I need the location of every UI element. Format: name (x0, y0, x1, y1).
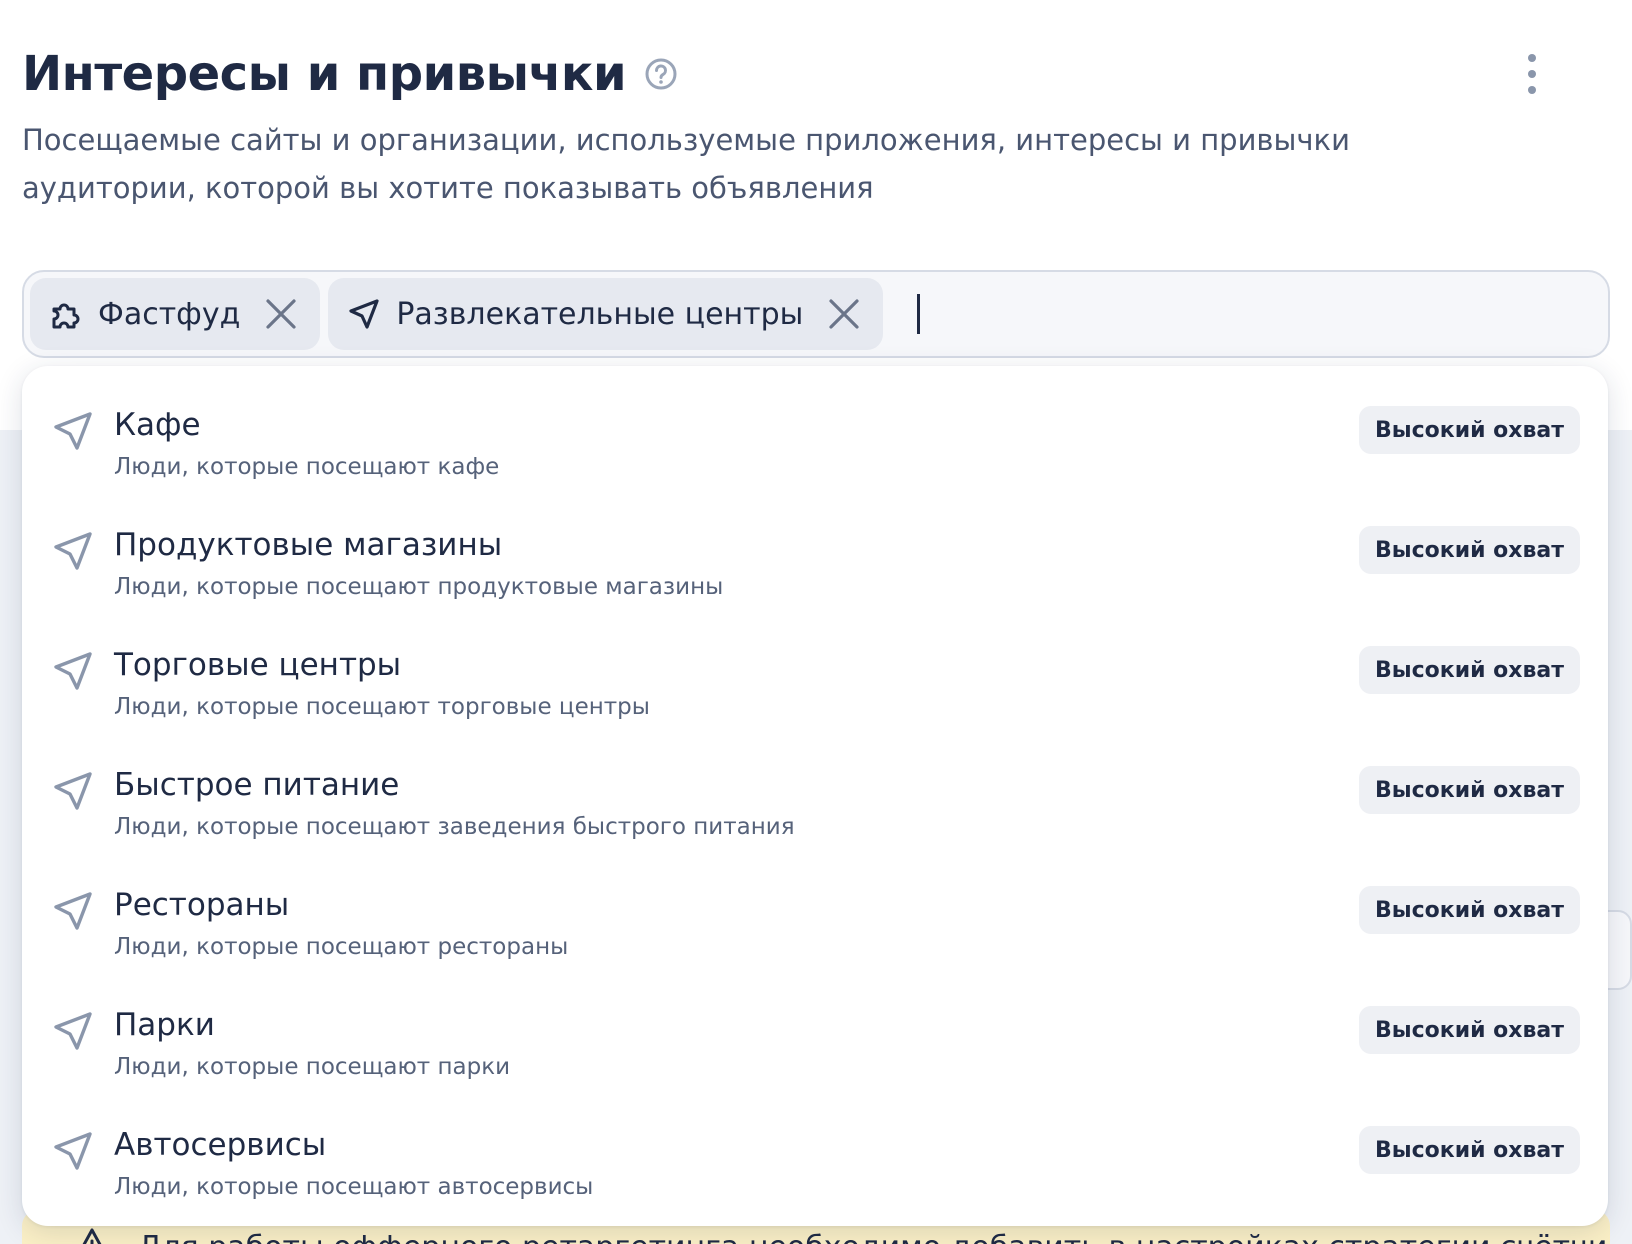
option-description: Люди, которые посещают парки (114, 1054, 511, 1080)
option-description: Люди, которые посещают рестораны (114, 934, 569, 960)
location-arrow-icon (52, 650, 94, 692)
option-text: Быстрое питание Люди, которые посещают з… (114, 764, 795, 844)
text-caret (917, 294, 921, 334)
option-description: Люди, которые посещают кафе (114, 454, 500, 480)
suggestion-option[interactable]: Рестораны Люди, которые посещают рестора… (22, 868, 1608, 988)
chip-label: Фастфуд (98, 296, 241, 332)
option-title: Быстрое питание (114, 767, 400, 803)
option-text: Торговые центры Люди, которые посещают т… (114, 644, 650, 724)
suggestion-option[interactable]: Продуктовые магазины Люди, которые посещ… (22, 508, 1608, 628)
option-text: Парки Люди, которые посещают парки (114, 1004, 510, 1084)
close-icon[interactable] (264, 297, 298, 331)
title-row: Интересы и привычки (22, 44, 678, 104)
selected-chip: Развлекательные центры (328, 278, 884, 350)
option-description: Люди, которые посещают продуктовые магаз… (114, 574, 724, 600)
option-description: Люди, которые посещают автосервисы (114, 1174, 594, 1200)
option-title: Кафе (114, 407, 201, 443)
chip-label: Развлекательные центры (396, 296, 804, 332)
warning-triangle-icon (72, 1226, 112, 1244)
reach-badge: Высокий охват (1358, 886, 1580, 934)
location-arrow-icon (52, 1130, 94, 1172)
reach-badge: Высокий охват (1358, 526, 1580, 574)
reach-badge: Высокий охват (1358, 766, 1580, 814)
more-vertical-icon[interactable] (1522, 54, 1542, 94)
close-icon[interactable] (827, 297, 861, 331)
location-arrow-icon (52, 410, 94, 452)
suggestions-dropdown: Кафе Люди, которые посещают кафе Высокий… (22, 366, 1608, 1226)
option-description: Люди, которые посещают заведения быстрог… (114, 814, 795, 840)
suggestion-option[interactable]: Быстрое питание Люди, которые посещают з… (22, 748, 1608, 868)
reach-badge: Высокий охват (1358, 1126, 1580, 1174)
selected-chip: Фастфуд (30, 278, 321, 350)
reach-badge: Высокий охват (1358, 1006, 1580, 1054)
option-text: Продуктовые магазины Люди, которые посещ… (114, 524, 723, 604)
option-title: Парки (114, 1007, 215, 1043)
option-title: Продуктовые магазины (114, 527, 503, 563)
option-text: Автосервисы Люди, которые посещают автос… (114, 1124, 593, 1204)
suggestion-option[interactable]: Парки Люди, которые посещают парки Высок… (22, 988, 1608, 1108)
page: Интересы и привычки Посещаемые сайты и о… (0, 0, 1632, 1244)
interests-search-input[interactable]: Фастфуд Развлекательные центры (22, 270, 1610, 358)
location-arrow-icon (52, 890, 94, 932)
reach-badge: Высокий охват (1358, 406, 1580, 454)
reach-badge: Высокий охват (1358, 646, 1580, 694)
suggestion-option[interactable]: Торговые центры Люди, которые посещают т… (22, 628, 1608, 748)
option-text: Рестораны Люди, которые посещают рестора… (114, 884, 568, 964)
option-text: Кафе Люди, которые посещают кафе (114, 404, 499, 484)
location-arrow-icon (348, 298, 380, 330)
question-circle-icon[interactable] (644, 57, 678, 91)
page-title: Интересы и привычки (22, 46, 627, 102)
option-title: Торговые центры (114, 647, 402, 683)
location-arrow-icon (52, 770, 94, 812)
suggestion-option[interactable]: Кафе Люди, которые посещают кафе Высокий… (22, 388, 1608, 508)
option-description: Люди, которые посещают торговые центры (114, 694, 650, 720)
option-title: Рестораны (114, 887, 290, 923)
location-arrow-icon (52, 530, 94, 572)
location-arrow-icon (52, 1010, 94, 1052)
option-title: Автосервисы (114, 1127, 327, 1163)
suggestion-option[interactable]: Автосервисы Люди, которые посещают автос… (22, 1108, 1608, 1228)
page-subtitle: Посещаемые сайты и организации, использу… (22, 123, 1350, 205)
puzzle-icon (50, 298, 82, 330)
warning-text: Для работы офферного ретаргетинга необхо… (138, 1230, 1610, 1244)
